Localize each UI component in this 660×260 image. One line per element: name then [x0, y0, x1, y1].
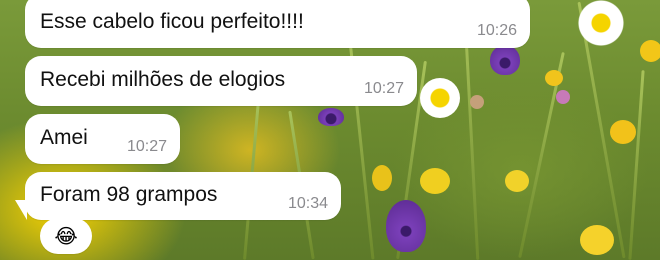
message-timestamp: 10:34 — [287, 195, 328, 212]
message-text: Esse cabelo ficou perfeito!!!! — [40, 10, 304, 33]
message-text: Recebi milhões de elogios — [40, 68, 286, 91]
message-timestamp: 10:27 — [363, 80, 404, 97]
reaction-badge[interactable]: 😂 — [40, 218, 92, 254]
laughing-tears-emoji-icon: 😂 — [54, 225, 78, 248]
message-bubble[interactable]: Esse cabelo ficou perfeito!!!! 10:26 — [25, 0, 530, 48]
message-timestamp: 10:26 — [476, 22, 517, 39]
message-bubble[interactable]: Foram 98 grampos 10:34 — [25, 172, 341, 220]
message-timestamp: 10:27 — [126, 138, 167, 155]
message-bubble[interactable]: Recebi milhões de elogios 10:27 — [25, 56, 417, 106]
message-text: Amei — [40, 126, 88, 149]
bubble-tail — [15, 200, 27, 220]
message-text: Foram 98 grampos — [40, 183, 218, 206]
message-bubble[interactable]: Amei 10:27 — [25, 114, 180, 164]
